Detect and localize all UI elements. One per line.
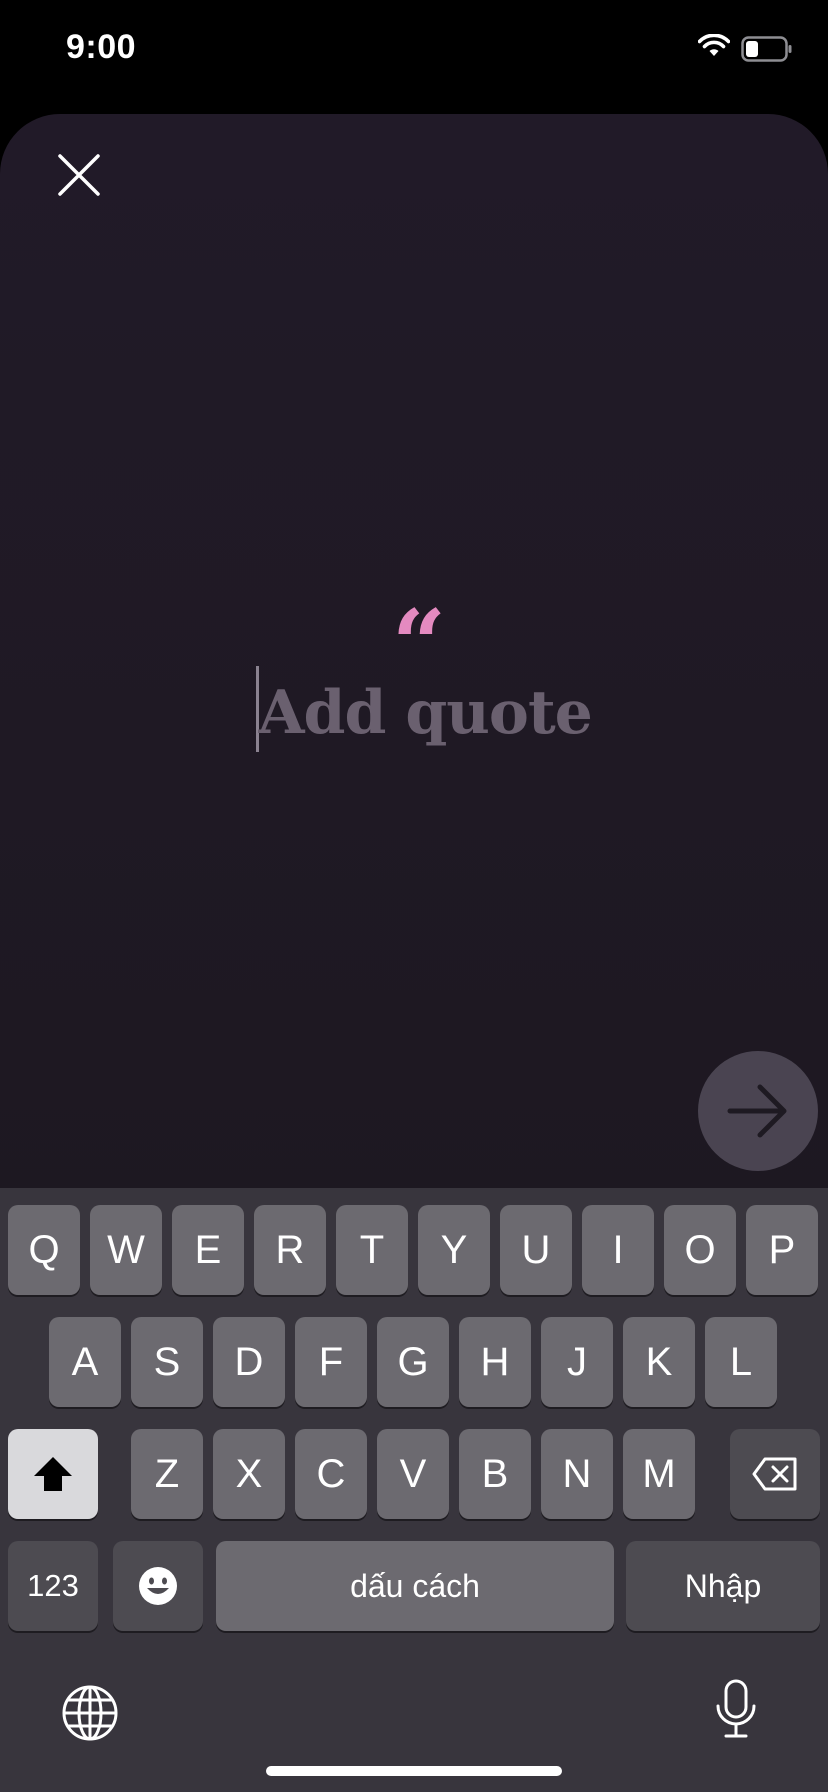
numbers-key[interactable]: 123 bbox=[8, 1541, 98, 1631]
key-x[interactable]: X bbox=[213, 1429, 285, 1519]
key-o[interactable]: O bbox=[664, 1205, 736, 1295]
shift-key[interactable] bbox=[8, 1429, 98, 1519]
key-u[interactable]: U bbox=[500, 1205, 572, 1295]
arrow-right-icon bbox=[727, 1084, 787, 1138]
key-e[interactable]: E bbox=[172, 1205, 244, 1295]
key-c[interactable]: C bbox=[295, 1429, 367, 1519]
key-a[interactable]: A bbox=[49, 1317, 121, 1407]
emoji-key[interactable] bbox=[113, 1541, 203, 1631]
key-i[interactable]: I bbox=[582, 1205, 654, 1295]
key-g[interactable]: G bbox=[377, 1317, 449, 1407]
status-time: 9:00 bbox=[66, 28, 137, 66]
status-bar: 9:00 bbox=[0, 0, 828, 100]
wifi-icon bbox=[697, 33, 731, 63]
home-indicator bbox=[266, 1766, 562, 1776]
microphone-icon[interactable] bbox=[712, 1678, 760, 1745]
key-s[interactable]: S bbox=[131, 1317, 203, 1407]
key-b[interactable]: B bbox=[459, 1429, 531, 1519]
emoji-icon bbox=[139, 1567, 177, 1605]
key-p[interactable]: P bbox=[746, 1205, 818, 1295]
key-n[interactable]: N bbox=[541, 1429, 613, 1519]
backspace-icon bbox=[752, 1457, 797, 1491]
key-r[interactable]: R bbox=[254, 1205, 326, 1295]
key-l[interactable]: L bbox=[705, 1317, 777, 1407]
key-j[interactable]: J bbox=[541, 1317, 613, 1407]
space-key[interactable]: dấu cách bbox=[216, 1541, 614, 1631]
key-v[interactable]: V bbox=[377, 1429, 449, 1519]
backspace-key[interactable] bbox=[730, 1429, 820, 1519]
battery-icon bbox=[741, 36, 793, 67]
key-z[interactable]: Z bbox=[131, 1429, 203, 1519]
key-k[interactable]: K bbox=[623, 1317, 695, 1407]
key-y[interactable]: Y bbox=[418, 1205, 490, 1295]
close-button[interactable] bbox=[52, 148, 106, 202]
key-d[interactable]: D bbox=[213, 1317, 285, 1407]
globe-icon[interactable] bbox=[60, 1683, 120, 1748]
key-m[interactable]: M bbox=[623, 1429, 695, 1519]
next-button[interactable] bbox=[698, 1051, 818, 1171]
shift-icon bbox=[34, 1457, 72, 1491]
return-key[interactable]: Nhập bbox=[626, 1541, 820, 1631]
key-t[interactable]: T bbox=[336, 1205, 408, 1295]
key-h[interactable]: H bbox=[459, 1317, 531, 1407]
key-w[interactable]: W bbox=[90, 1205, 162, 1295]
quote-icon: “ bbox=[392, 590, 447, 700]
quote-input[interactable] bbox=[258, 668, 618, 758]
key-f[interactable]: F bbox=[295, 1317, 367, 1407]
key-q[interactable]: Q bbox=[8, 1205, 80, 1295]
close-icon bbox=[58, 154, 100, 196]
